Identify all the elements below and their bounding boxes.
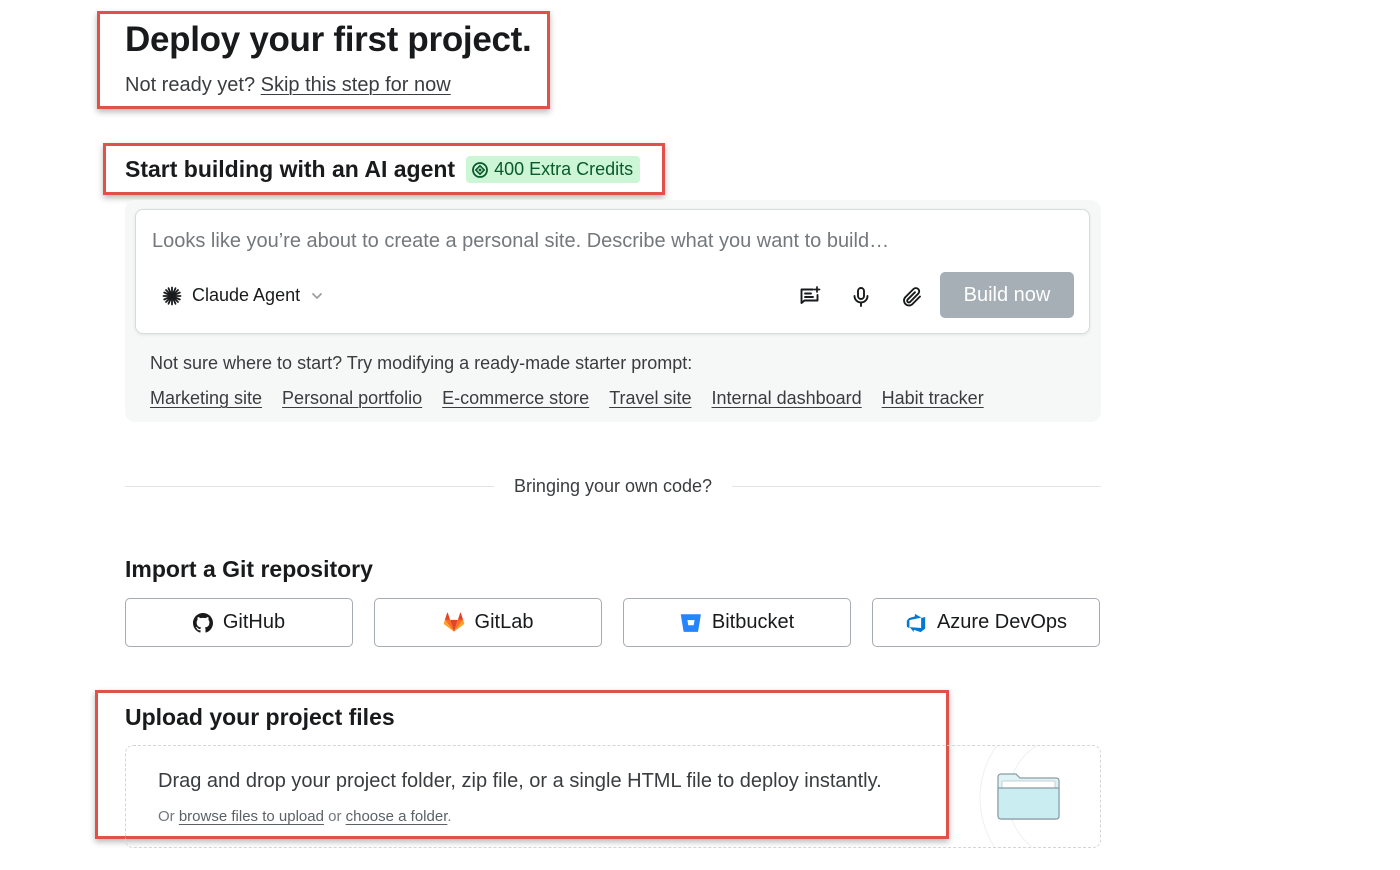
chevron-down-icon [312,292,322,299]
prompt-enhance-button[interactable] [796,283,824,311]
credits-badge: 400 Extra Credits [466,156,641,183]
github-button[interactable]: GitHub [125,598,353,647]
bitbucket-icon [680,613,701,632]
page-subtitle: Not ready yet? Skip this step for now [125,74,451,97]
upload-sub-suffix: . [447,808,452,825]
subtitle-prefix: Not ready yet? [125,74,261,96]
starter-prompt-travel-site[interactable]: Travel site [609,388,691,409]
microphone-icon [853,287,869,307]
ai-agent-heading: Start building with an AI agent [125,156,456,182]
starter-prompt-internal-dashboard[interactable]: Internal dashboard [712,388,862,409]
section-divider: Bringing your own code? [125,476,1101,497]
prompt-enhance-icon [800,286,821,304]
upload-sub-mid: or [323,808,346,825]
bitbucket-button-label: Bitbucket [711,611,795,633]
browse-files-link[interactable]: browse files to upload [179,808,324,825]
attach-file-button[interactable] [898,283,926,311]
ai-agent-panel: Looks like you’re about to create a pers… [125,200,1101,422]
gitlab-icon [443,612,464,632]
github-button-label: GitHub [222,611,286,633]
agent-select-label: Claude Agent [192,285,301,305]
azure-devops-button-label: Azure DevOps [936,611,1068,633]
credit-coin-icon [472,161,488,178]
starter-prompt-habit-tracker[interactable]: Habit tracker [882,388,984,409]
github-icon [192,612,213,633]
starter-prompt-marketing-site[interactable]: Marketing site [150,388,262,409]
page-title: Deploy your first project. [125,20,532,59]
upload-illustration [940,746,1100,847]
divider-line-left [125,486,494,487]
skip-step-link[interactable]: Skip this step for now [261,74,451,96]
claude-asterisk-icon [162,286,182,305]
prompt-input[interactable]: Looks like you’re about to create a pers… [152,230,889,253]
prompt-box[interactable]: Looks like you’re about to create a pers… [135,209,1090,334]
git-import-heading: Import a Git repository [125,556,373,582]
upload-sub-prefix: Or [158,808,179,825]
bitbucket-button[interactable]: Bitbucket [623,598,851,647]
paperclip-icon [903,287,921,307]
starter-prompt-ecommerce-store[interactable]: E-commerce store [442,388,589,409]
starter-hint: Not sure where to start? Try modifying a… [150,353,693,373]
starter-prompt-personal-portfolio[interactable]: Personal portfolio [282,388,422,409]
choose-folder-link[interactable]: choose a folder [346,808,448,825]
upload-heading: Upload your project files [125,704,395,730]
upload-description: Drag and drop your project folder, zip f… [158,770,882,792]
gitlab-button-label: GitLab [474,611,534,633]
gitlab-button[interactable]: GitLab [374,598,602,647]
git-provider-row: GitHub GitLab Bitbucket Azure DevOps [125,598,1100,647]
agent-select[interactable]: Claude Agent [162,285,324,306]
build-now-button[interactable]: Build now [940,272,1074,318]
azure-devops-button[interactable]: Azure DevOps [872,598,1100,647]
azure-devops-icon [906,613,926,632]
upload-dropzone[interactable]: Drag and drop your project folder, zip f… [125,745,1101,848]
starter-prompts: Marketing site Personal portfolio E-comm… [150,388,984,409]
folder-icon [997,773,1060,820]
microphone-button[interactable] [847,283,875,311]
credits-badge-label: 400 Extra Credits [494,159,634,179]
divider-line-right [732,486,1101,487]
upload-subtext: Or browse files to upload or choose a fo… [158,808,452,825]
ai-agent-heading-row: Start building with an AI agent 400 Extr… [125,156,641,183]
divider-text: Bringing your own code? [513,476,713,496]
